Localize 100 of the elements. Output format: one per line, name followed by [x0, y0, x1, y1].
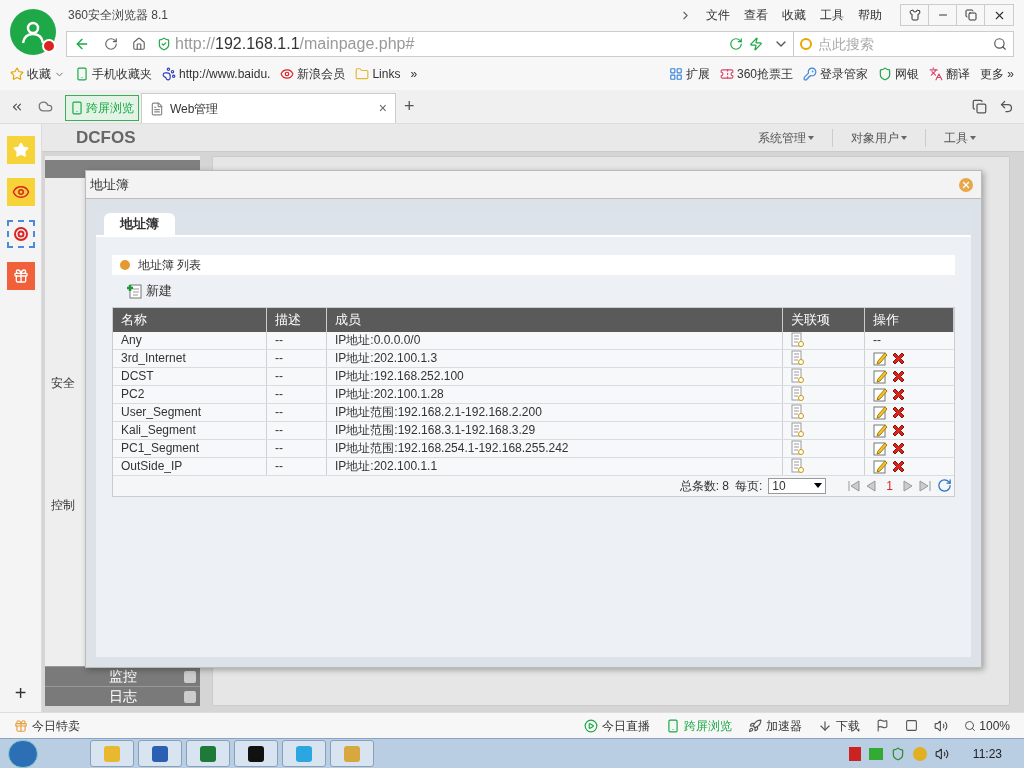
user-avatar[interactable]	[10, 9, 56, 55]
nav-bar[interactable]: 监控	[45, 666, 200, 686]
url-field[interactable]: http://192.168.1.1/mainpage.php#	[175, 32, 415, 56]
paw-icon	[162, 67, 176, 81]
per-page-select[interactable]: 10	[768, 477, 827, 494]
delete-icon[interactable]	[891, 422, 906, 438]
speaker-icon[interactable]	[934, 746, 949, 761]
extension-item[interactable]: 360抢票王	[736, 65, 793, 83]
last-page-icon[interactable]	[919, 479, 931, 492]
add-list-icon	[126, 282, 142, 299]
tray-icon[interactable]	[848, 746, 861, 761]
edit-icon[interactable]	[873, 422, 888, 438]
browser-tab[interactable]: Web管理 ×	[141, 93, 396, 123]
list-icon[interactable]	[791, 368, 805, 384]
table-cell: OutSide_IP	[113, 457, 267, 475]
edit-icon[interactable]	[873, 368, 888, 384]
shield-icon[interactable]	[890, 746, 905, 761]
cloud-icon[interactable]	[38, 99, 53, 114]
translate-icon	[929, 67, 943, 81]
new-button[interactable]: 新建	[126, 281, 172, 301]
edit-icon[interactable]	[873, 386, 888, 402]
top-menu[interactable]: 对象用户	[832, 128, 925, 147]
status-link[interactable]: 今日特卖	[32, 716, 80, 735]
alert-badge-icon	[42, 39, 56, 53]
search-field[interactable]: 点此搜索	[818, 33, 993, 55]
bookmark-item[interactable]: 手机收藏夹	[92, 65, 152, 83]
menu-item[interactable]: 查看	[744, 6, 768, 24]
taskbar-button[interactable]	[234, 740, 278, 767]
bookmark-item[interactable]: 收藏	[27, 65, 51, 83]
extension-item[interactable]: 网银	[895, 65, 919, 83]
tab-close-button[interactable]: ×	[378, 98, 387, 119]
bookmark-item[interactable]: http://www.baidu.	[179, 65, 271, 83]
list-icon[interactable]	[791, 440, 805, 456]
tray-icon[interactable]	[868, 747, 883, 760]
menu-item[interactable]: 文件	[706, 6, 730, 24]
edit-icon[interactable]	[873, 440, 888, 456]
list-icon[interactable]	[791, 422, 805, 438]
menu-item[interactable]: 工具	[820, 6, 844, 24]
delete-icon[interactable]	[891, 386, 906, 402]
windows-icon[interactable]	[972, 99, 987, 114]
delete-icon[interactable]	[891, 368, 906, 384]
menu-item[interactable]: 收藏	[782, 6, 806, 24]
window-icon[interactable]	[905, 719, 919, 732]
caret-icon	[970, 135, 976, 140]
panel-tab[interactable]: 地址簿	[104, 213, 175, 235]
edit-icon[interactable]	[873, 404, 888, 420]
extension-item[interactable]: 扩展	[685, 65, 710, 83]
bookmark-item[interactable]: 新浪会员	[297, 65, 346, 83]
undo-icon[interactable]	[999, 99, 1014, 114]
play-icon	[584, 718, 599, 733]
edit-icon[interactable]	[873, 458, 888, 474]
back-icon[interactable]	[74, 36, 90, 52]
extension-item[interactable]: 翻译	[946, 65, 970, 83]
close-icon[interactable]	[959, 177, 973, 192]
nav-bar[interactable]: 日志	[45, 686, 200, 706]
delete-icon[interactable]	[891, 458, 906, 474]
first-page-icon[interactable]	[848, 479, 861, 492]
list-icon[interactable]	[791, 404, 805, 420]
next-page-icon[interactable]	[903, 479, 913, 492]
delete-icon[interactable]	[891, 404, 906, 420]
table-cell: --	[267, 457, 327, 475]
delete-icon[interactable]	[891, 440, 906, 456]
top-menu[interactable]: 系统管理	[740, 128, 832, 147]
home-icon[interactable]	[132, 37, 146, 51]
expand-icon[interactable]	[184, 670, 196, 683]
shopping-app-icon[interactable]	[6, 262, 35, 290]
extension-item[interactable]: 登录管家	[820, 65, 868, 83]
top-menu[interactable]: 工具	[925, 128, 994, 147]
more-bookmarks[interactable]: »	[410, 65, 418, 83]
status-item[interactable]: 加速器	[766, 716, 803, 735]
clock[interactable]: 11:23	[972, 744, 1002, 763]
new-tab-button[interactable]: +	[398, 90, 421, 123]
delete-icon[interactable]	[891, 350, 906, 366]
address-bar[interactable]: http://192.168.1.1/mainpage.php# 点此搜索	[66, 31, 1014, 57]
list-icon[interactable]	[791, 332, 805, 348]
lightning-icon[interactable]	[749, 37, 763, 51]
page-number[interactable]: 1	[882, 476, 897, 495]
list-icon[interactable]	[791, 386, 805, 402]
list-icon[interactable]	[791, 350, 805, 366]
search-icon[interactable]	[993, 37, 1007, 51]
table-cell: IP地址范围:192.168.3.1-192.168.3.29	[327, 421, 783, 439]
dialog-title: 地址簿	[90, 175, 129, 194]
expand-icon[interactable]	[184, 690, 196, 703]
previous-page-icon[interactable]	[866, 479, 877, 492]
list-icon[interactable]	[791, 458, 805, 474]
menu-item[interactable]: 帮助	[858, 6, 882, 24]
status-item[interactable]: 今日直播	[602, 716, 651, 735]
reload-icon[interactable]	[104, 37, 118, 51]
refresh-icon[interactable]	[937, 478, 952, 493]
zoom-level[interactable]: 100%	[979, 716, 1010, 735]
add-app-button[interactable]: +	[14, 678, 27, 708]
bookmark-item[interactable]: Links	[372, 65, 401, 83]
more-extensions[interactable]: 更多 »	[980, 65, 1014, 83]
start-button[interactable]	[8, 739, 38, 768]
speaker-icon[interactable]	[934, 718, 949, 733]
table-cell: IP地址范围:192.168.2.1-192.168.2.200	[327, 403, 783, 421]
flag-icon[interactable]	[876, 719, 890, 732]
status-item[interactable]: 下载	[836, 716, 861, 735]
edit-icon[interactable]	[873, 350, 888, 366]
refresh-icon[interactable]	[729, 37, 743, 51]
